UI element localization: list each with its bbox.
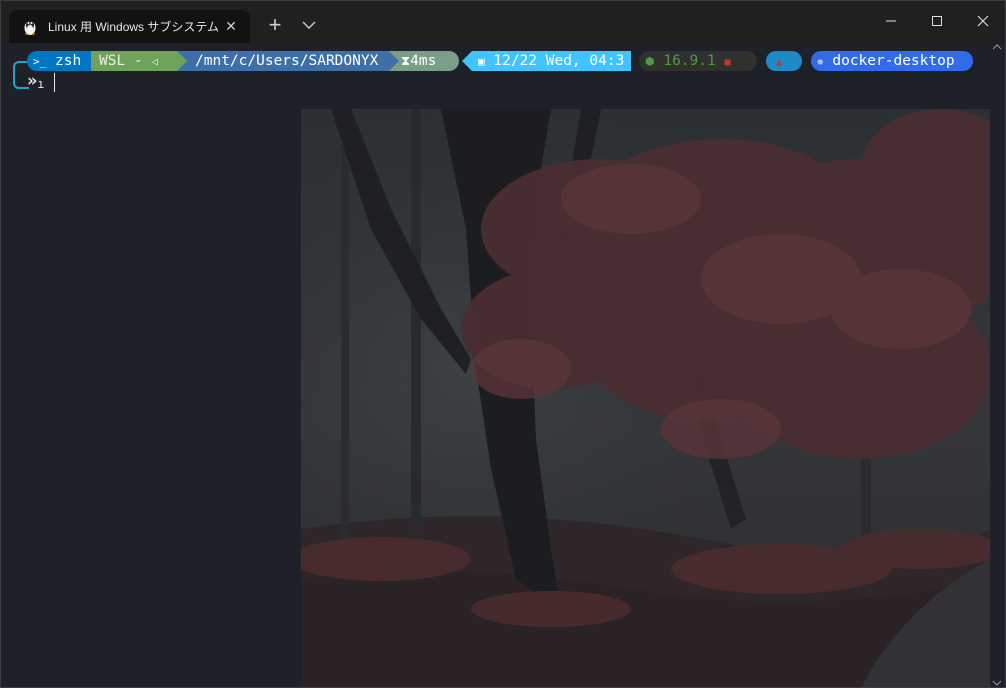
terminal-pane[interactable]: >_ zsh WSL - ◁ /mnt/c/Users/SARDONYX ⧗4m… [1, 43, 1005, 688]
node-segment: ⬢ 16.9.1 ■ [639, 51, 757, 71]
terminal-window: Linux 用 Windows サブシステム プレビュー ✕ + [0, 0, 1006, 688]
shell-name: zsh [54, 53, 82, 69]
background-image [301, 109, 990, 687]
windows-speaker-icon: ◁ [151, 55, 159, 68]
calendar-icon: ▣ [478, 55, 485, 68]
shell-segment: >_ zsh [27, 51, 91, 71]
kubernetes-icon: ✵ [817, 55, 824, 68]
powerline-separator [389, 51, 401, 71]
hourglass-icon: ⧗ [401, 54, 411, 69]
node-version: 16.9.1 [663, 53, 716, 69]
nodejs-icon: ⬢ [645, 55, 655, 68]
kube-context: docker-desktop [832, 53, 955, 69]
title-bar: Linux 用 Windows サブシステム プレビュー ✕ + [1, 1, 1005, 43]
ruby-icon: ▲ [776, 57, 783, 68]
tab-close-button[interactable]: ✕ [224, 19, 238, 33]
tab-wsl[interactable]: Linux 用 Windows サブシステム プレビュー ✕ [9, 10, 250, 43]
scrollbar[interactable] [991, 43, 1003, 688]
kube-segment: ✵ docker-desktop [811, 51, 973, 71]
datetime-value: 12/22 Wed, 04:3 [493, 53, 625, 69]
text-cursor [54, 73, 55, 92]
os-label: WSL - [99, 53, 152, 69]
minimize-icon[interactable] [877, 7, 905, 35]
prompt-symbol: »ı [27, 71, 45, 91]
maximize-icon[interactable] [923, 7, 951, 35]
tux-linux-icon [24, 19, 36, 35]
ruby-segment: ▲ [766, 51, 802, 71]
path-segment: /mnt/c/Users/SARDONYX [189, 51, 389, 71]
current-path: /mnt/c/Users/SARDONYX [195, 53, 379, 69]
terminal-icon: >_ [33, 55, 47, 68]
powerline-separator [462, 51, 472, 71]
chevron-down-icon[interactable] [298, 14, 320, 36]
prompt-arrow: » [27, 71, 38, 91]
close-icon[interactable] [969, 7, 997, 35]
duration-value: 4ms [410, 53, 437, 69]
datetime-segment: ▣ 12/22 Wed, 04:3 [472, 51, 631, 71]
folder-icon: ■ [724, 57, 731, 68]
new-tab-button[interactable]: + [263, 13, 287, 37]
tab-title: Linux 用 Windows サブシステム プレビュー [48, 20, 218, 34]
powerline-separator [177, 51, 189, 71]
duration-segment: ⧗4ms [401, 51, 459, 71]
os-segment: WSL - ◁ [91, 51, 177, 71]
